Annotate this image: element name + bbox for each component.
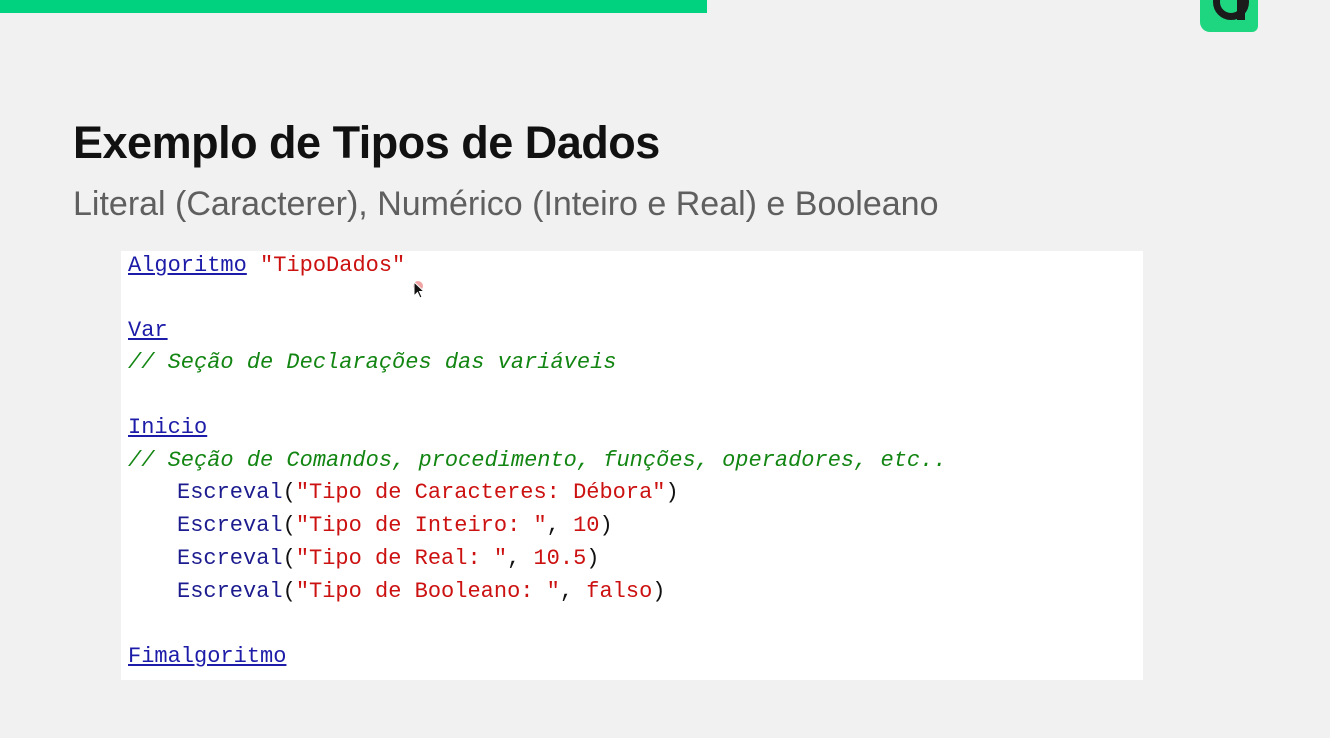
mouse-cursor-icon (413, 281, 429, 301)
string-literal: "Tipo de Inteiro: " (295, 513, 547, 538)
close-paren: ) (599, 513, 613, 538)
comment-declarations: // Seção de Declarações das variáveis (128, 350, 617, 375)
comment-commands: // Seção de Comandos, procedimento, funç… (128, 448, 947, 473)
function-name: Escreval (177, 546, 283, 571)
code-line-var-comment: // Seção de Declarações das variáveis (128, 350, 616, 376)
brand-logo-icon (1200, 0, 1258, 32)
argument-value: 10 (573, 513, 600, 538)
statement-line: Escreval("Tipo de Booleano: ", falso) (177, 579, 666, 605)
code-line-var: Var (128, 318, 168, 344)
code-line-fimalgoritmo: Fimalgoritmo (128, 644, 286, 670)
slide-title: Exemplo de Tipos de Dados (73, 117, 660, 168)
argument-value: 10.5 (533, 546, 587, 571)
keyword-fimalgoritmo: Fimalgoritmo (128, 644, 287, 669)
close-paren: ) (665, 480, 679, 505)
logo-glyph-stem (1237, 0, 1245, 20)
argument-value: falso (586, 579, 653, 604)
code-line-inicio: Inicio (128, 415, 207, 441)
string-literal: "Tipo de Real: " (295, 546, 508, 571)
slide-subtitle: Literal (Caracterer), Numérico (Inteiro … (73, 185, 939, 223)
close-paren: ) (586, 546, 600, 571)
cursor-arrow-icon (413, 281, 426, 299)
close-paren: ) (652, 579, 666, 604)
open-paren: ( (282, 480, 296, 505)
open-paren: ( (282, 579, 296, 604)
open-paren: ( (282, 546, 296, 571)
statement-line: Escreval("Tipo de Real: ", 10.5) (177, 546, 599, 572)
code-line-inicio-comment: // Seção de Comandos, procedimento, funç… (128, 448, 947, 474)
keyword-var: Var (128, 318, 168, 343)
arg-separator: , (546, 513, 574, 538)
string-literal: "Tipo de Booleano: " (295, 579, 560, 604)
statement-line: Escreval("Tipo de Caracteres: Débora") (177, 480, 679, 506)
function-name: Escreval (177, 579, 283, 604)
statement-line: Escreval("Tipo de Inteiro: ", 10) (177, 513, 613, 539)
open-paren: ( (282, 513, 296, 538)
function-name: Escreval (177, 513, 283, 538)
algorithm-name: "TipoDados" (260, 253, 406, 278)
keyword-inicio: Inicio (128, 415, 208, 440)
progress-bar (0, 0, 707, 13)
code-line-algoritmo: Algoritmo "TipoDados" (128, 253, 405, 279)
arg-separator: , (559, 579, 587, 604)
code-panel: Algoritmo "TipoDados" Var // Seção de De… (121, 251, 1143, 680)
arg-separator: , (507, 546, 534, 571)
function-name: Escreval (177, 480, 283, 505)
keyword-algoritmo: Algoritmo (128, 253, 247, 278)
string-literal: "Tipo de Caracteres: Débora" (295, 480, 666, 505)
